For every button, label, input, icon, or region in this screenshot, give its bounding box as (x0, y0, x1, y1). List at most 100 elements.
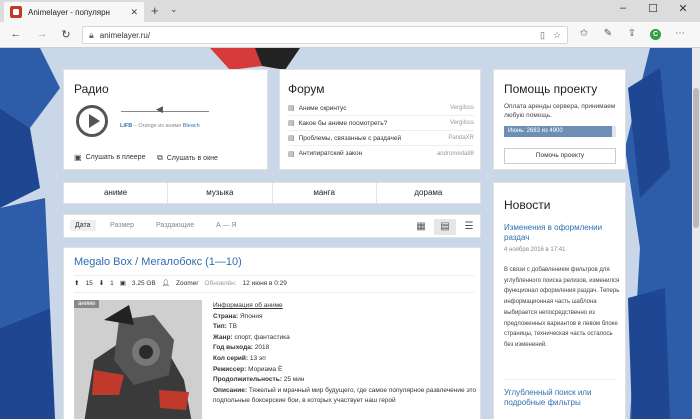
forum-topic-author[interactable]: Vergilsss (450, 105, 474, 111)
info-key: Продолжительность: (213, 376, 282, 384)
release-size: 3.25 GB (131, 279, 156, 287)
info-value: Япония (239, 312, 263, 320)
leechers-count: 1 (110, 279, 114, 287)
browser-tab[interactable]: Animelayer - популярн ✕ (4, 2, 144, 22)
forum-widget: Форум ▤ Аниме скринтус Vergilsss ▤ Какое… (279, 69, 481, 170)
info-link[interactable]: Информация об аниме (213, 302, 283, 309)
lock-icon: 🔒︎ (89, 29, 94, 40)
news-item-title[interactable]: Изменения в оформлении раздач (504, 223, 622, 243)
forum-topic-title: Какое бы аниме посмотреть? (298, 119, 388, 127)
donation-progress-bar: Июнь: 2683 из 4900 (504, 126, 616, 137)
favorite-star-icon[interactable]: ☆ (553, 30, 561, 41)
forum-topic-author[interactable]: PandaXR (448, 135, 474, 141)
info-row: Описание: Тяжелый и мрачный мир будущего… (213, 386, 478, 407)
listen-in-window-label: Слушать в окне (166, 154, 218, 162)
window-close-icon[interactable]: ✕ (668, 2, 698, 15)
chat-icon: ▤ (288, 135, 295, 142)
info-key: Тип: (213, 323, 227, 331)
compact-view-icon[interactable]: ☰ (458, 219, 480, 235)
category-dorama[interactable]: дорама (377, 183, 480, 203)
release-info: Информация об аниме Страна: Япония Тип: … (213, 301, 478, 407)
donate-button[interactable]: Помочь проекту (504, 148, 616, 164)
donate-text: Оплата аренды сервера, принимаем любую п… (504, 103, 616, 119)
sort-by-date[interactable]: Дата (70, 220, 96, 231)
news-title: Новости (504, 198, 551, 212)
grid-view-icon[interactable]: ▦ (410, 219, 432, 235)
info-row: Год выхода: 2018 (213, 343, 478, 354)
play-icon[interactable] (76, 105, 108, 137)
updated-date: 12 июня в 0:29 (242, 279, 287, 287)
address-bar[interactable]: 🔒︎ animelayer.ru/ ▯ ☆ (82, 26, 568, 44)
info-row: Продолжительность: 25 мин (213, 375, 478, 386)
page-content: Радио ◀ LiFB – Orange из аниме Bleach ▣ … (0, 48, 700, 419)
reading-view-icon[interactable]: ▯ (540, 30, 545, 41)
back-icon[interactable]: ← (8, 28, 24, 40)
radio-widget: Радио ◀ LiFB – Orange из аниме Bleach ▣ … (63, 69, 268, 170)
info-row: Страна: Япония (213, 312, 478, 323)
tab-close-icon[interactable]: ✕ (130, 7, 138, 18)
forum-topic-title: Антипиратский закон (298, 150, 363, 157)
news-item-title[interactable]: Углубленный поиск или подробные фильтры (504, 388, 622, 408)
minimize-icon[interactable]: – (608, 2, 638, 14)
speaker-icon[interactable]: ◀ (156, 104, 163, 115)
release-meta: ⬆ 15 ⬇ 1 ▣ 3.25 GB 👤︎ Zoomer Обновлён: 12 июн… (74, 279, 293, 288)
updated-label: Обновлён: (204, 279, 237, 287)
category-music[interactable]: музыка (168, 183, 273, 203)
menu-icon[interactable]: ⋯ (672, 28, 688, 39)
refresh-icon[interactable]: ↻ (58, 28, 74, 41)
listen-in-player-link[interactable]: ▣ Слушать в плеере (74, 153, 145, 162)
poster-artwork (74, 300, 202, 419)
browser-toolbar: ← → ↻ 🔒︎ animelayer.ru/ ▯ ☆ ✩ ✎ ⇪ C ⋯ (0, 22, 700, 48)
info-value: спорт, фантастика (234, 333, 290, 341)
forward-icon[interactable]: → (34, 28, 50, 40)
listen-in-window-link[interactable]: ⧉ Слушать в окне (157, 153, 218, 163)
favorites-hub-icon[interactable]: ✩ (576, 28, 592, 39)
share-icon[interactable]: ⇪ (624, 28, 640, 39)
release-title-link[interactable]: Megalo Box / Мегалобокс (1—10) (74, 256, 242, 268)
forum-topic[interactable]: ▤ Какое бы аниме посмотреть? Vergilsss (288, 116, 474, 131)
donate-widget: Помощь проекту Оплата аренды сервера, пр… (493, 69, 626, 170)
info-value: 13 эп (249, 354, 266, 362)
forum-topic-author[interactable]: andromeda88 (437, 151, 474, 157)
sort-by-size[interactable]: Размер (110, 222, 134, 229)
forum-topic[interactable]: ▤ Проблемы, связанные с раздачей PandaXR (288, 131, 474, 146)
info-row: Кол серий: 13 эп (213, 354, 478, 365)
release-card: Megalo Box / Мегалобокс (1—10) ⬆ 15 ⬇ 1 ▣ 3… (63, 247, 481, 419)
site-favicon-icon (10, 6, 22, 18)
list-view-icon[interactable]: ▤ (434, 219, 456, 235)
divider (74, 292, 474, 293)
forum-topic[interactable]: ▤ Аниме скринтус Vergilsss (288, 101, 474, 116)
category-anime[interactable]: аниме (64, 183, 169, 203)
category-nav: аниме музыка манга дорама (63, 182, 481, 204)
file-icon: ▣ (119, 280, 126, 287)
tab-menu-chevron-icon[interactable]: ⌄ (170, 4, 178, 15)
info-row: Режиссер: Мориама Ё (213, 365, 478, 376)
sort-bar: Дата Размер Раздающие А — Я ▦ ▤ ☰ (63, 214, 481, 238)
volume-slider[interactable] (121, 111, 209, 112)
release-poster[interactable]: аниме (74, 300, 202, 419)
info-value: Тяжелый и мрачный мир будущего, где само… (213, 386, 477, 405)
pen-icon[interactable]: ✎ (600, 28, 616, 39)
forum-topic-author[interactable]: Vergilsss (450, 120, 474, 126)
now-playing-anime-link[interactable]: Bleach (183, 123, 200, 129)
maximize-icon[interactable]: ☐ (638, 2, 668, 15)
category-manga[interactable]: манга (273, 183, 377, 203)
scrollbar-thumb[interactable] (693, 88, 699, 228)
sort-alphabetical[interactable]: А — Я (216, 222, 237, 229)
chat-icon: ▤ (288, 120, 295, 127)
chat-icon: ▤ (288, 150, 295, 158)
new-tab-icon[interactable]: + (151, 3, 159, 18)
radio-title: Радио (74, 82, 109, 96)
now-playing-track: – Orange из аниме (132, 123, 183, 129)
page-scrollbar[interactable] (692, 48, 700, 419)
browser-tab-strip: Animelayer - популярн ✕ + ⌄ – ☐ ✕ (0, 0, 700, 22)
info-value: 25 мин (283, 376, 305, 384)
forum-topic[interactable]: ▤ Антипиратский закон andromeda88 (288, 146, 474, 161)
divider (504, 379, 616, 380)
uploader-link[interactable]: Zoomer (176, 280, 198, 287)
extension-icon[interactable]: C (650, 29, 661, 40)
news-item-body: В связи с добавлением фильтров для углуб… (504, 267, 620, 348)
chat-icon: ▤ (288, 105, 295, 112)
sort-by-seeders[interactable]: Раздающие (156, 222, 194, 229)
listen-in-player-label: Слушать в плеере (85, 154, 146, 161)
